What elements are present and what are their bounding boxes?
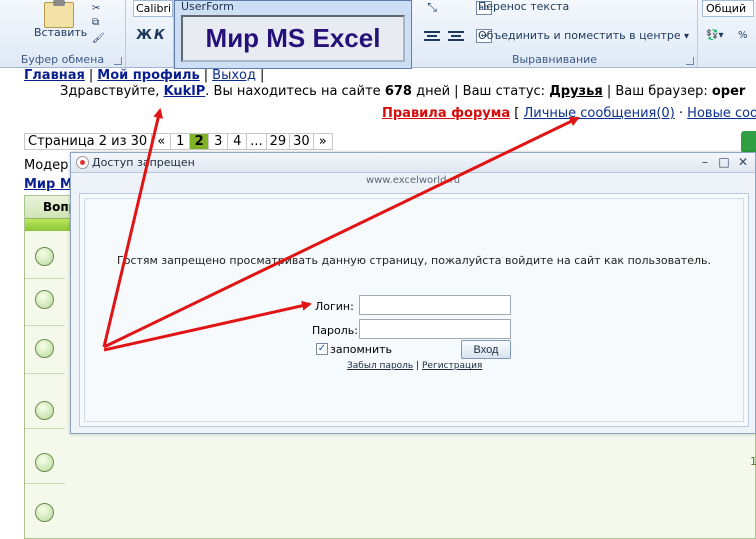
greeting-line: Здравствуйте, KuklP. Вы находитесь на са… [60, 84, 745, 99]
dialog-url: www.excelworld.ru [365, 175, 461, 186]
forum-nav: Главная | Мой профиль | Выход | [24, 68, 268, 83]
greeting-days-suffix: дней | Ваш статус: [411, 84, 550, 99]
login-label: Логин: [315, 300, 354, 313]
minimize-icon[interactable]: – [697, 155, 713, 170]
row-divider [25, 483, 65, 484]
merge-center-button[interactable]: Объединить и поместить в центре [478, 29, 681, 42]
guest-message: Гостям запрещено просматривать данную ст… [117, 254, 711, 267]
login-input[interactable] [359, 295, 511, 315]
cut-icon[interactable]: ✂ [92, 3, 106, 15]
topic-status-icon [35, 401, 54, 420]
userform-banner-text: Мир MS Excel [205, 23, 381, 53]
browser-name: oper [711, 84, 746, 99]
nav-home-link[interactable]: Главная [24, 68, 85, 83]
page-3-button[interactable]: 3 [209, 133, 229, 150]
close-icon[interactable]: ✕ [735, 155, 751, 170]
copy-icon[interactable]: ⧉ [92, 17, 106, 29]
wrap-text-button[interactable]: Перенос текста [478, 0, 569, 13]
row-divider [25, 325, 65, 326]
dialog-title: Доступ запрещен [92, 156, 195, 169]
forgot-register-links: Забыл пароль | Регистрация [347, 361, 482, 371]
remember-checkbox[interactable]: ✓ [316, 343, 328, 355]
greeting-site-text: . Вы находитесь на сайте [205, 84, 385, 99]
font-name-box[interactable]: Calibri [133, 0, 173, 17]
topic-status-icon [35, 339, 54, 358]
greeting-browser-text: | Ваш браузер: [602, 84, 712, 99]
paste-icon[interactable] [44, 0, 74, 28]
register-link[interactable]: Регистрация [422, 361, 482, 371]
topic-status-icon [35, 453, 54, 472]
paste-button-label[interactable]: Вставить [34, 26, 87, 39]
password-input[interactable] [359, 319, 511, 339]
percent-format-icon[interactable]: % [738, 30, 752, 42]
page-ellipsis: ... [247, 133, 267, 150]
userform-title: UserForm [181, 0, 234, 13]
access-denied-dialog: Доступ запрещен – □ ✕ www.excelworld.ru … [70, 152, 756, 434]
forum-rules-link[interactable]: Правила форума [382, 106, 510, 121]
page-4-button[interactable]: 4 [228, 133, 248, 150]
alignment-caption: Выравнивание [511, 53, 598, 66]
row-divider [25, 278, 65, 279]
maximize-icon[interactable]: □ [716, 155, 732, 170]
indent-increase-icon[interactable] [448, 30, 464, 42]
userform-window: UserForm Мир MS Excel [174, 0, 412, 69]
format-painter-icon[interactable]: 🖌 [92, 33, 106, 45]
font-group: Calibri Ж К [126, 0, 174, 67]
dialog-content: Гостям запрещено просматривать данную ст… [79, 193, 749, 427]
dialog-app-icon [76, 156, 89, 169]
username-link[interactable]: KuklP [164, 84, 206, 99]
page-30-button[interactable]: 30 [290, 133, 314, 150]
nav-profile-link[interactable]: Мой профиль [97, 68, 199, 83]
moderators-label: Модер [24, 158, 69, 173]
nav-separator: | [203, 68, 209, 83]
login-button[interactable]: Вход [461, 340, 511, 359]
remember-label[interactable]: запомнить [330, 343, 392, 356]
page-next-button[interactable]: » [313, 133, 333, 150]
orientation-icon[interactable]: ⤡ [424, 1, 440, 15]
nav-separator: | [260, 68, 265, 83]
topic-status-icon [35, 290, 54, 309]
rules-dot-separator: · [674, 106, 688, 121]
pagination-label: Страница 2 из 30 [24, 133, 153, 150]
page-29-button[interactable]: 29 [266, 133, 291, 150]
private-messages-link[interactable]: Личные сообщения(0) [523, 106, 674, 121]
merge-dropdown-chevron-icon[interactable]: ▾ [684, 31, 698, 43]
days-count: 678 [384, 84, 412, 99]
pagination: Страница 2 из 30 « 1 2 3 4 ... 29 30 » [24, 133, 333, 150]
nav-separator: | [88, 68, 94, 83]
dialog-titlebar[interactable]: Доступ запрещен – □ ✕ [71, 153, 755, 173]
clipboard-caption: Буфер обмена [20, 53, 105, 66]
forum-section-link[interactable]: Мир М [24, 177, 73, 192]
links-separator: | [413, 361, 422, 371]
clipboard-launcher-icon[interactable] [114, 57, 122, 65]
topic-status-icon [35, 247, 54, 266]
clipboard-group: Вставить ✂ ⧉ 🖌 Буфер обмена [0, 0, 126, 67]
new-topic-icon[interactable] [741, 131, 756, 153]
currency-format-icon[interactable]: 💱▾ [706, 30, 730, 42]
password-label: Пароль: [312, 324, 358, 337]
page-2-current: 2 [190, 133, 210, 150]
userform-banner: Мир MS Excel [181, 15, 405, 62]
row-divider [25, 373, 65, 374]
nav-logout-link[interactable]: Выход [212, 68, 256, 83]
sheet-left-margin [0, 68, 24, 539]
dialog-inner-panel: Гостям запрещено просматривать данную ст… [84, 198, 744, 422]
rules-line: Правила форума [ Личные сообщения(0) · Н… [382, 106, 756, 121]
rules-bracket: [ [510, 106, 524, 121]
user-status: Друзья [549, 84, 603, 99]
topic-status-icon [35, 503, 54, 522]
forgot-password-link[interactable]: Забыл пароль [347, 361, 413, 371]
page-1-button[interactable]: 1 [171, 133, 191, 150]
edge-count: 1 [750, 455, 756, 468]
bold-button[interactable]: Ж [136, 28, 152, 43]
number-format-box[interactable]: Общий [702, 0, 754, 17]
greeting-prefix: Здравствуйте, [60, 84, 164, 99]
new-posts-link[interactable]: Новые соо [687, 106, 756, 121]
alignment-launcher-icon[interactable] [686, 57, 694, 65]
indent-decrease-icon[interactable] [424, 30, 440, 42]
italic-button[interactable]: К [154, 28, 165, 43]
page-prev-button[interactable]: « [152, 133, 172, 150]
row-divider [25, 428, 65, 429]
